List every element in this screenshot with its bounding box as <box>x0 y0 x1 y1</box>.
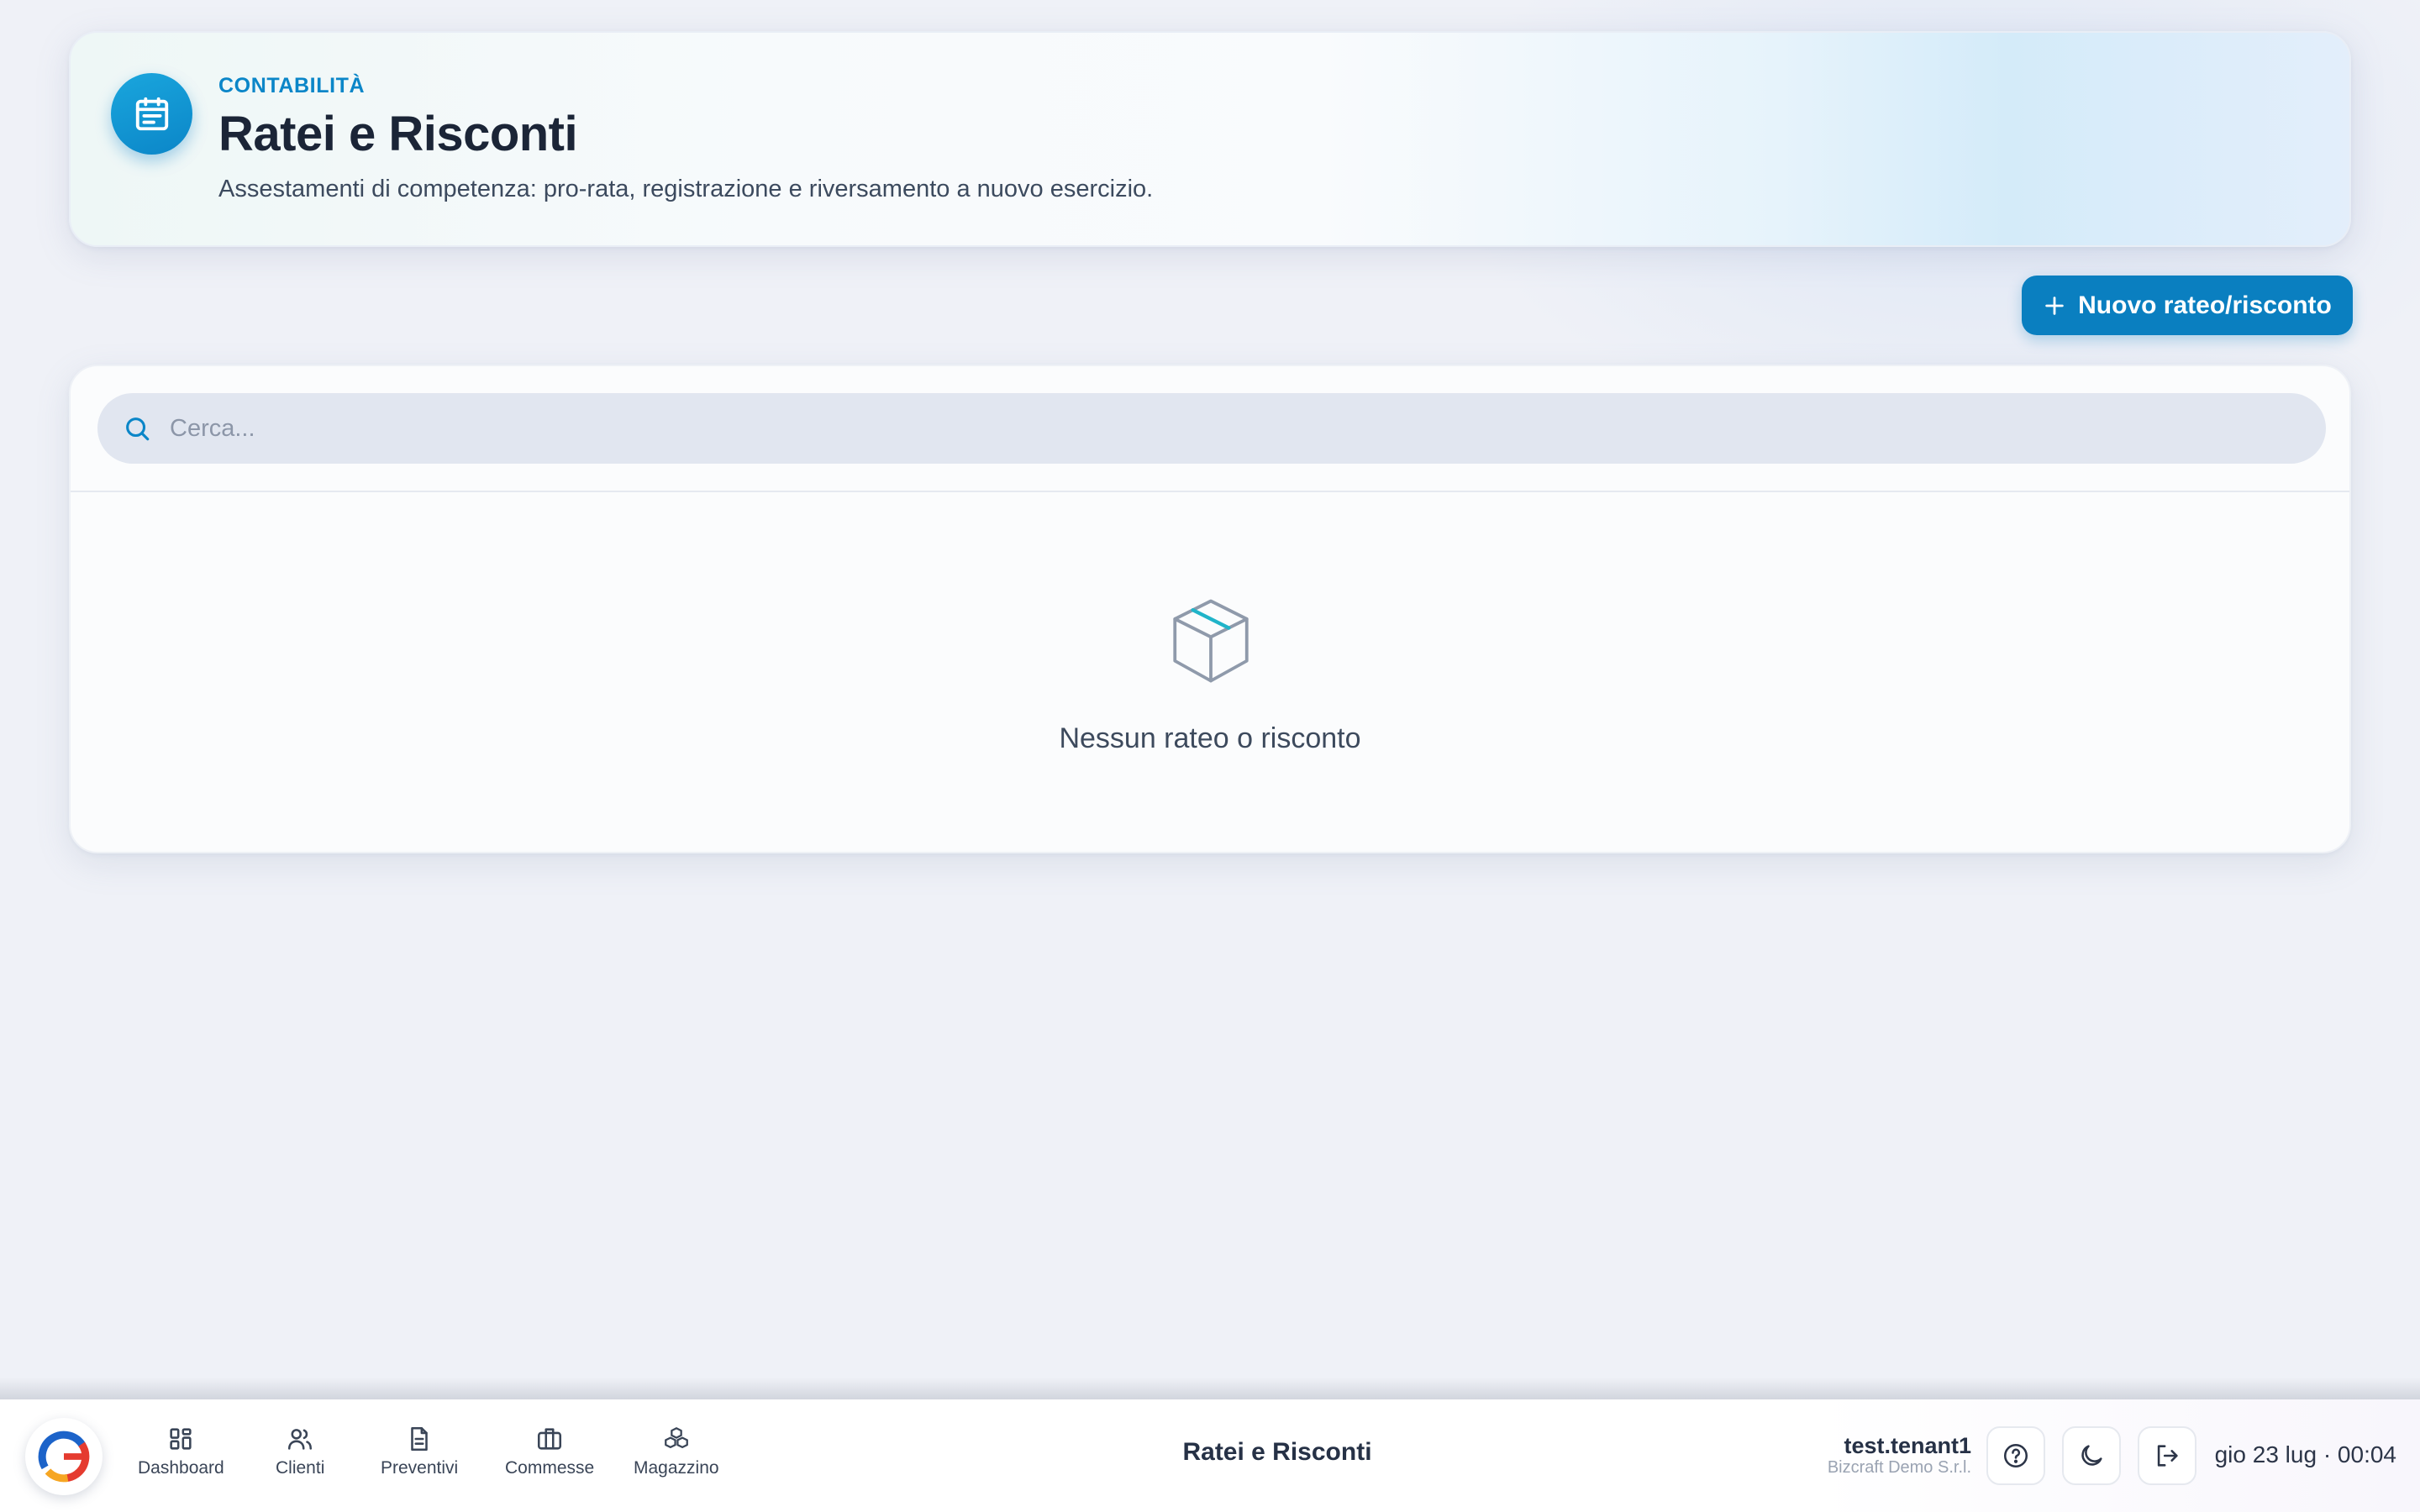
grid-icon <box>166 1425 195 1453</box>
nav-item-magazzino[interactable]: Magazzino <box>634 1425 719 1478</box>
briefcase-icon <box>535 1425 564 1453</box>
new-rateo-label: Nuovo rateo/risconto <box>2078 291 2332 319</box>
theme-toggle-button[interactable] <box>2062 1426 2121 1485</box>
boxes-icon <box>662 1425 691 1453</box>
logout-button[interactable] <box>2138 1426 2196 1485</box>
page-title: Ratei e Risconti <box>218 107 578 161</box>
search-input[interactable] <box>170 414 2270 443</box>
datetime: gio 23 lug · 00:04 <box>2214 1441 2396 1467</box>
plus-icon <box>2043 294 2066 318</box>
nav-item-preventivi[interactable]: Preventivi <box>381 1425 458 1478</box>
section-eyebrow: CONTABILITÀ <box>218 74 366 97</box>
nav-label: Clienti <box>276 1458 325 1478</box>
empty-state-text: Nessun rateo o risconto <box>1059 722 1361 754</box>
header-icon-badge <box>111 73 192 155</box>
nav-item-clienti[interactable]: Clienti <box>276 1425 324 1478</box>
user-name: test.tenant1 <box>1844 1433 1971 1458</box>
nav-item-commesse[interactable]: Commesse <box>505 1425 594 1478</box>
nav-label: Dashboard <box>138 1458 224 1478</box>
nav-label: Preventivi <box>381 1458 459 1478</box>
bottom-bar-shadow <box>0 1378 2420 1399</box>
page-subtitle: Assestamenti di competenza: pro-rata, re… <box>218 176 1154 202</box>
help-button[interactable] <box>1986 1426 2045 1485</box>
search-bar <box>97 393 2326 464</box>
new-rateo-button[interactable]: Nuovo rateo/risconto <box>2022 276 2353 335</box>
app-logo[interactable] <box>25 1418 103 1495</box>
divider <box>71 491 2349 492</box>
nav-label: Magazzino <box>634 1458 719 1478</box>
bottom-bar: Dashboard Clienti Preventivi Commesse Ma… <box>0 1399 2420 1512</box>
user-info: test.tenant1 Bizcraft Demo S.r.l. <box>1828 1433 1971 1477</box>
current-page-title: Ratei e Risconti <box>1182 1438 1372 1466</box>
box-icon <box>1163 593 1259 689</box>
users-icon <box>286 1425 314 1453</box>
calendar-icon <box>133 95 171 134</box>
moon-icon <box>2077 1441 2106 1470</box>
logout-icon <box>2153 1441 2181 1470</box>
search-icon <box>123 414 151 443</box>
nav-label: Commesse <box>505 1458 595 1478</box>
document-icon <box>405 1425 434 1453</box>
nav-item-dashboard[interactable]: Dashboard <box>138 1425 224 1478</box>
list-card: Nessun rateo o risconto <box>69 365 2351 853</box>
page-header: CONTABILITÀ Ratei e Risconti Assestament… <box>69 31 2351 247</box>
help-icon <box>2002 1441 2030 1470</box>
company-name: Bizcraft Demo S.r.l. <box>1827 1458 1971 1477</box>
